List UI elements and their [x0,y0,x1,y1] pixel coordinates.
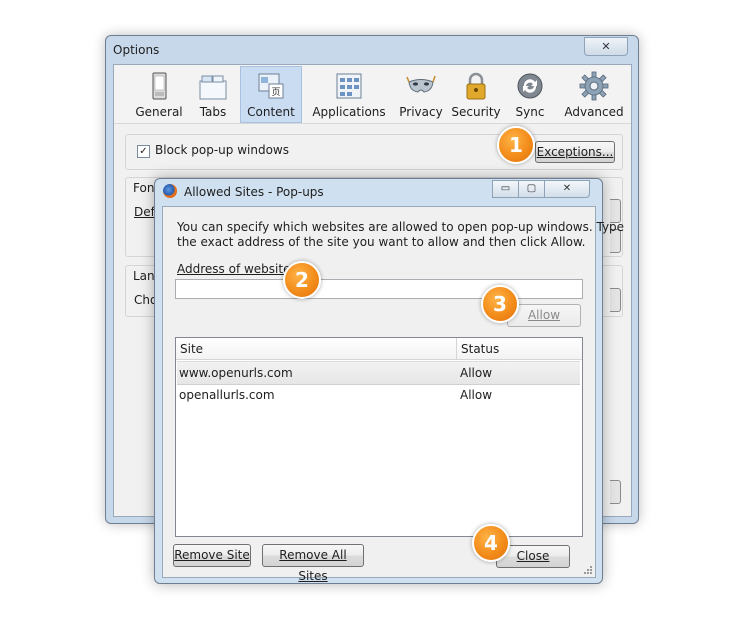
allowed-sites-title: Allowed Sites - Pop-ups [184,185,324,199]
popups-group: ✓ Block pop-up windows Exceptions... [125,134,623,170]
remove-site-label: Remove Site [174,548,250,562]
maximize-button[interactable]: ▢ [518,180,545,198]
address-label: Address of website: [177,262,295,276]
content-icon: 页 [258,73,284,99]
toolbar-sync-label: Sync [515,105,545,119]
allowed-close-caption-button[interactable]: ✕ [544,180,590,198]
block-popups-checkbox[interactable]: ✓ [137,145,150,158]
svg-text:页: 页 [271,87,280,98]
step-badge-4: 4 [472,524,510,562]
toolbar-privacy-label: Privacy [399,105,443,119]
site-cell: openallurls.com [179,388,275,402]
toolbar-applications-label: Applications [312,105,386,119]
gear-icon [579,71,609,101]
list-row[interactable]: www.openurls.com Allow [177,361,580,385]
options-bottom-button-edge[interactable] [610,480,621,504]
description-line-2: the exact address of the site you want t… [177,235,586,249]
options-toolbar: General Tabs 页 Content Applications Priv… [114,65,631,124]
allowed-sites-client: You can specify which websites are allow… [162,206,624,583]
toolbar-content-label: Content [247,105,295,119]
options-window-title: Options [113,43,160,57]
exceptions-button-label: Exceptions... [536,145,614,159]
toolbar-tabs[interactable]: Tabs [190,67,236,122]
applications-icon [336,73,362,99]
choose-language-button-edge[interactable] [610,288,621,312]
resize-grip-icon[interactable] [583,565,593,575]
sites-list[interactable]: Site Status www.openurls.com Allow opena… [175,337,583,537]
allowed-sites-window: Allowed Sites - Pop-ups ▭ ▢ ✕ You can sp… [154,178,624,584]
padlock-icon [466,72,486,100]
step-badge-2: 2 [283,261,321,299]
minimize-button[interactable]: ▭ [492,180,519,198]
site-cell: www.openurls.com [179,366,293,380]
allow-button-label: Allow [527,308,561,322]
step-badge-3: 3 [481,285,519,323]
general-icon [152,72,167,100]
sync-icon [517,73,543,99]
step-badge-1: 1 [497,126,535,164]
firefox-icon [163,184,177,198]
list-row[interactable]: openallurls.com Allow [177,384,580,406]
toolbar-applications[interactable]: Applications [307,67,391,122]
toolbar-general-label: General [135,105,183,119]
remove-all-sites-label: Remove All Sites [279,548,347,583]
toolbar-general[interactable]: General [131,67,187,122]
close-button-label: Close [516,549,550,563]
toolbar-privacy[interactable]: Privacy [396,67,446,122]
status-cell: Allow [460,366,493,380]
address-input[interactable] [175,279,583,299]
exceptions-button[interactable]: Exceptions... [535,141,615,163]
status-cell: Allow [460,388,493,402]
toolbar-security-label: Security [451,105,501,119]
column-header-site[interactable]: Site [176,338,457,360]
block-popups-label: Block pop-up windows [155,143,289,157]
address-label-text: Address of website: [177,262,295,276]
toolbar-advanced[interactable]: Advanced [562,67,626,122]
toolbar-advanced-label: Advanced [564,105,624,119]
toolbar-security[interactable]: Security [450,67,502,122]
tabs-icon [199,75,227,100]
options-close-button[interactable]: ✕ [584,37,628,56]
toolbar-tabs-label: Tabs [199,105,227,119]
toolbar-content[interactable]: 页 Content [240,66,302,123]
description-line-1: You can specify which websites are allow… [177,220,625,234]
privacy-mask-icon [406,75,436,93]
column-header-status[interactable]: Status [457,338,582,360]
remove-all-sites-button[interactable]: Remove All Sites [262,544,364,583]
toolbar-sync[interactable]: Sync [508,67,552,122]
remove-site-button[interactable]: Remove Site [173,544,251,567]
